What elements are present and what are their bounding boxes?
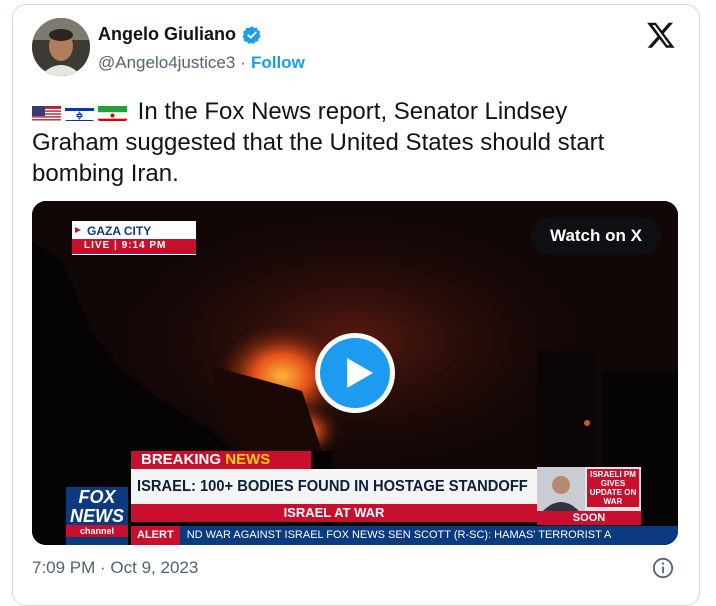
- verified-badge-icon: [242, 25, 261, 44]
- live-text: LIVE: [84, 240, 111, 251]
- alert-label: ALERT: [131, 526, 180, 545]
- author-name[interactable]: Angelo Giuliano: [98, 24, 236, 45]
- avatar-photo: [32, 18, 90, 76]
- breaking-label: BREAKING: [141, 451, 222, 468]
- side-box-text: ISRAELI PM GIVES UPDATE ON WAR: [587, 469, 639, 507]
- ticker-bar: ALERT ND WAR AGAINST ISRAEL FOX NEWS SEN…: [131, 526, 678, 545]
- side-update-box: ISRAELI PM GIVES UPDATE ON WAR: [537, 467, 641, 511]
- location-label: GAZA CITY: [87, 224, 152, 238]
- side-box-photo: [537, 467, 585, 511]
- subhead-text: ISRAEL AT WAR: [283, 505, 385, 520]
- soon-label: SOON: [537, 511, 641, 525]
- watch-on-x-button[interactable]: Watch on X: [531, 218, 661, 254]
- breaking-news-bar: BREAKING NEWS: [131, 451, 311, 469]
- israel-flag-icon: [65, 102, 94, 121]
- tweet-timestamp[interactable]: 7:09 PM · Oct 9, 2023: [32, 558, 198, 578]
- live-label: LIVE | 9:14 PM: [84, 240, 166, 251]
- follow-button[interactable]: Follow: [251, 53, 305, 73]
- iran-flag-icon: [98, 102, 127, 121]
- separator-dot: ·: [240, 53, 246, 72]
- logo-line3: channel: [66, 525, 128, 537]
- ticker-text: ND WAR AGAINST ISRAEL FOX NEWS SEN SCOTT…: [186, 529, 612, 541]
- info-icon[interactable]: [652, 557, 674, 579]
- logo-line1: FOX: [78, 487, 116, 507]
- x-logo-icon[interactable]: [646, 20, 676, 50]
- author-handle-row: @Angelo4justice3 · Follow: [98, 53, 305, 73]
- news-label: NEWS: [225, 451, 271, 468]
- play-icon[interactable]: [313, 331, 397, 415]
- subhead-bar: ISRAEL AT WAR: [131, 504, 537, 522]
- author-handle[interactable]: @Angelo4justice3: [98, 53, 235, 73]
- tweet-text: In the Fox News report, Senator Lindsey …: [32, 96, 652, 189]
- headline-bar: ISRAEL: 100+ BODIES FOUND IN HOSTAGE STA…: [131, 469, 537, 504]
- avatar[interactable]: [32, 18, 90, 76]
- fox-news-logo: FOX NEWS channel: [66, 487, 128, 545]
- us-flag-icon: [32, 102, 61, 121]
- live-time: 9:14 PM: [121, 240, 167, 251]
- author-name-row: Angelo Giuliano: [98, 24, 262, 45]
- headline-text: ISRAEL: 100+ BODIES FOUND IN HOSTAGE STA…: [137, 478, 528, 495]
- live-divider: |: [114, 240, 122, 251]
- logo-line2: NEWS: [70, 506, 124, 526]
